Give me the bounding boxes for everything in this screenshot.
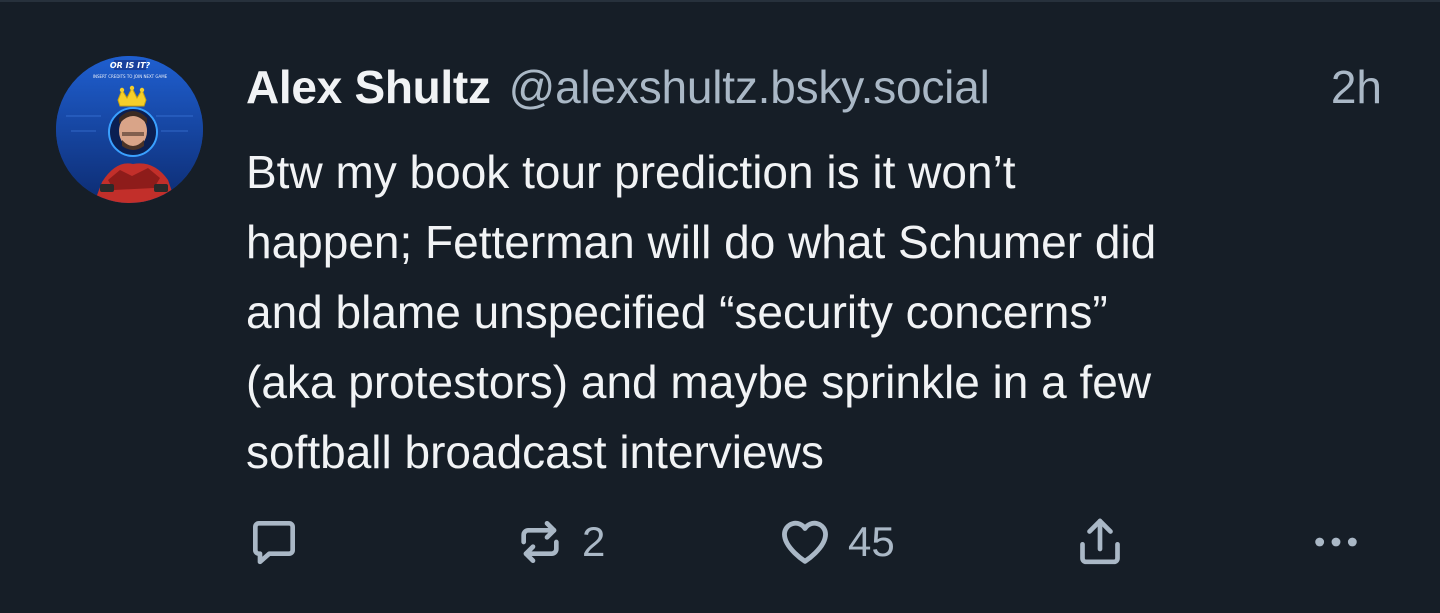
avatar-image: OR IS IT? INSERT CREDITS TO JOIN NEXT GA… — [56, 56, 203, 203]
post-text: Btw my book tour prediction is it won’t … — [246, 137, 1386, 487]
svg-text:OR IS IT?: OR IS IT? — [110, 61, 151, 70]
avatar[interactable]: OR IS IT? INSERT CREDITS TO JOIN NEXT GA… — [56, 56, 203, 203]
share-icon — [1080, 518, 1120, 565]
author-display-name[interactable]: Alex Shultz — [246, 60, 491, 114]
more-icon — [1315, 537, 1357, 547]
post-text-line: Btw my book tour prediction is it won’t — [246, 146, 1016, 198]
post-text-line: softball broadcast interviews — [246, 426, 824, 478]
share-button[interactable] — [1072, 507, 1128, 577]
like-count: 45 — [848, 518, 895, 565]
post-author: Alex Shultz @alexshultz.bsky.social — [246, 60, 990, 120]
like-button[interactable]: 45 — [776, 507, 895, 577]
post-text-line: happen; Fetterman will do what Schumer d… — [246, 216, 1157, 268]
repost-button[interactable]: 2 — [512, 507, 605, 577]
svg-text:INSERT CREDITS TO JOIN NEXT GA: INSERT CREDITS TO JOIN NEXT GAME — [93, 74, 168, 79]
post-text-line: (aka protestors) and maybe sprinkle in a… — [246, 356, 1152, 408]
post-actions: 2 45 — [0, 507, 1440, 577]
post-card[interactable]: OR IS IT? INSERT CREDITS TO JOIN NEXT GA… — [0, 0, 1440, 613]
author-handle[interactable]: @alexshultz.bsky.social — [509, 60, 990, 114]
reply-button[interactable] — [246, 507, 302, 577]
reply-icon — [253, 521, 295, 565]
more-options-button[interactable] — [1308, 507, 1364, 577]
post-timestamp[interactable]: 2h — [1331, 60, 1382, 114]
heart-icon — [782, 520, 828, 564]
repost-icon — [521, 521, 559, 563]
repost-count: 2 — [582, 518, 606, 565]
post-text-line: and blame unspecified “security concerns… — [246, 286, 1108, 338]
